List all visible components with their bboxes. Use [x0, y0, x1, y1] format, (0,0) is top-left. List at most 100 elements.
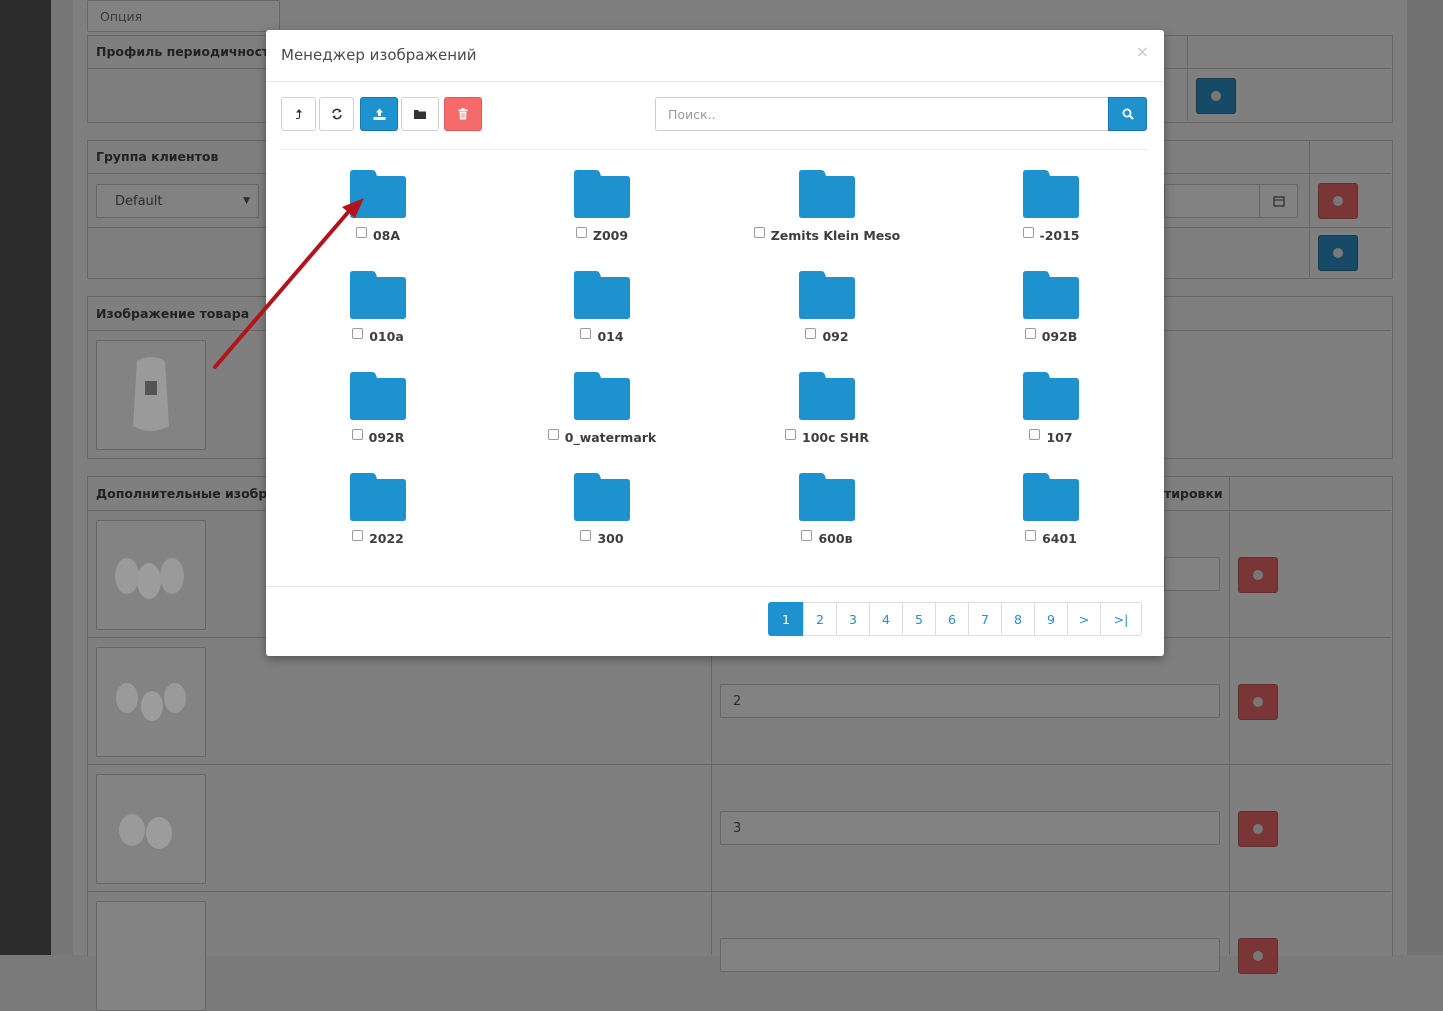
folder-checkbox[interactable]	[1025, 530, 1037, 541]
folder-checkbox[interactable]	[805, 328, 817, 339]
folder-name[interactable]: 600в	[818, 531, 852, 546]
folder-checkbox[interactable]	[355, 227, 367, 238]
folder-checkbox[interactable]	[753, 227, 765, 238]
folder-icon[interactable]	[574, 473, 630, 521]
page-link[interactable]: 3	[836, 602, 870, 636]
sort-order-input[interactable]	[1164, 557, 1220, 591]
folder-name[interactable]: 107	[1046, 430, 1072, 445]
folder-checkbox[interactable]	[801, 530, 813, 541]
folder-icon[interactable]	[350, 271, 406, 319]
option-input[interactable]: Опция	[87, 0, 280, 32]
folder-item[interactable]: Z009	[490, 170, 714, 260]
delete-button[interactable]	[444, 97, 482, 131]
folder-item[interactable]: 107	[939, 372, 1163, 462]
folder-icon[interactable]	[1023, 271, 1079, 319]
folder-item[interactable]: 100c SHR	[715, 372, 939, 462]
page-link[interactable]: 6	[935, 602, 969, 636]
new-folder-button[interactable]	[401, 97, 439, 131]
folder-checkbox[interactable]	[1024, 328, 1036, 339]
folder-name[interactable]: 092R	[369, 430, 405, 445]
folder-name[interactable]: 0_watermark	[565, 430, 657, 445]
folder-item[interactable]: 6401	[939, 473, 1163, 563]
folder-item[interactable]: 010a	[266, 271, 490, 361]
folder-name[interactable]: 010a	[369, 329, 404, 344]
close-icon[interactable]: ×	[1136, 42, 1149, 61]
folder-item[interactable]: 092B	[939, 271, 1163, 361]
additional-image-thumbnail[interactable]	[96, 774, 206, 884]
folder-name[interactable]: 092	[822, 329, 848, 344]
folder-name[interactable]: 08A	[373, 228, 400, 243]
folder-icon[interactable]	[799, 473, 855, 521]
page-link[interactable]: 8	[1001, 602, 1035, 636]
folder-icon[interactable]	[799, 271, 855, 319]
folder-icon[interactable]	[1023, 170, 1079, 218]
folder-checkbox[interactable]	[580, 328, 592, 339]
page-link[interactable]: 9	[1034, 602, 1068, 636]
page-link[interactable]: 2	[803, 602, 837, 636]
folder-name[interactable]: 300	[597, 531, 623, 546]
folder-checkbox[interactable]	[352, 328, 364, 339]
folder-item[interactable]: 600в	[715, 473, 939, 563]
folder-checkbox[interactable]	[785, 429, 797, 440]
additional-image-thumbnail[interactable]	[96, 647, 206, 757]
folder-checkbox[interactable]	[1022, 227, 1034, 238]
remove-image-button[interactable]	[1238, 684, 1278, 720]
page-link[interactable]: 5	[902, 602, 936, 636]
folder-icon[interactable]	[574, 271, 630, 319]
search-input[interactable]	[655, 97, 1109, 131]
sort-order-input[interactable]: 3	[720, 811, 1220, 845]
sort-order-input[interactable]	[720, 938, 1220, 972]
remove-image-button[interactable]	[1238, 938, 1278, 974]
sort-order-input[interactable]: 2	[720, 684, 1220, 718]
date-input[interactable]	[1164, 184, 1298, 218]
add-periodicity-button[interactable]	[1196, 78, 1236, 114]
folder-item[interactable]: Zemits Klein Meso	[715, 170, 939, 260]
folder-item[interactable]: 2022	[266, 473, 490, 563]
refresh-button[interactable]	[319, 97, 354, 131]
folder-name[interactable]: 092B	[1042, 329, 1078, 344]
page-link[interactable]: 1	[768, 602, 804, 636]
folder-name[interactable]: 014	[597, 329, 623, 344]
page-link[interactable]: >|	[1100, 602, 1142, 636]
folder-checkbox[interactable]	[575, 227, 587, 238]
folder-name[interactable]: -2015	[1040, 228, 1080, 243]
upload-button[interactable]	[360, 97, 398, 131]
folder-name[interactable]: Zemits Klein Meso	[771, 228, 901, 243]
folder-icon[interactable]	[574, 372, 630, 420]
page-link[interactable]: 7	[968, 602, 1002, 636]
parent-directory-button[interactable]	[281, 97, 316, 131]
folder-item[interactable]: 014	[490, 271, 714, 361]
folder-item[interactable]: 300	[490, 473, 714, 563]
additional-image-thumbnail[interactable]	[96, 520, 206, 630]
folder-name[interactable]: 2022	[369, 531, 404, 546]
calendar-icon[interactable]	[1259, 185, 1297, 217]
folder-name[interactable]: Z009	[593, 228, 628, 243]
page-link[interactable]: >	[1067, 602, 1101, 636]
page-link[interactable]: 4	[869, 602, 903, 636]
product-image-thumbnail[interactable]	[96, 340, 206, 450]
folder-name[interactable]: 100c SHR	[802, 430, 869, 445]
folder-item[interactable]: 092R	[266, 372, 490, 462]
folder-icon[interactable]	[799, 170, 855, 218]
remove-customer-group-button[interactable]	[1318, 183, 1358, 219]
folder-icon[interactable]	[350, 170, 406, 218]
folder-icon[interactable]	[799, 372, 855, 420]
folder-checkbox[interactable]	[580, 530, 592, 541]
remove-image-button[interactable]	[1238, 557, 1278, 593]
folder-icon[interactable]	[1023, 473, 1079, 521]
folder-checkbox[interactable]	[1029, 429, 1041, 440]
folder-item[interactable]: 08A	[266, 170, 490, 260]
additional-image-thumbnail[interactable]	[96, 901, 206, 1011]
folder-name[interactable]: 6401	[1042, 531, 1077, 546]
folder-item[interactable]: 092	[715, 271, 939, 361]
folder-icon[interactable]	[1023, 372, 1079, 420]
add-customer-group-button[interactable]	[1318, 235, 1358, 271]
folder-icon[interactable]	[350, 372, 406, 420]
customer-group-select[interactable]: Default ▼	[96, 184, 259, 218]
folder-icon[interactable]	[574, 170, 630, 218]
folder-item[interactable]: 0_watermark	[490, 372, 714, 462]
remove-image-button[interactable]	[1238, 811, 1278, 847]
folder-checkbox[interactable]	[352, 530, 364, 541]
folder-item[interactable]: -2015	[939, 170, 1163, 260]
folder-checkbox[interactable]	[351, 429, 363, 440]
